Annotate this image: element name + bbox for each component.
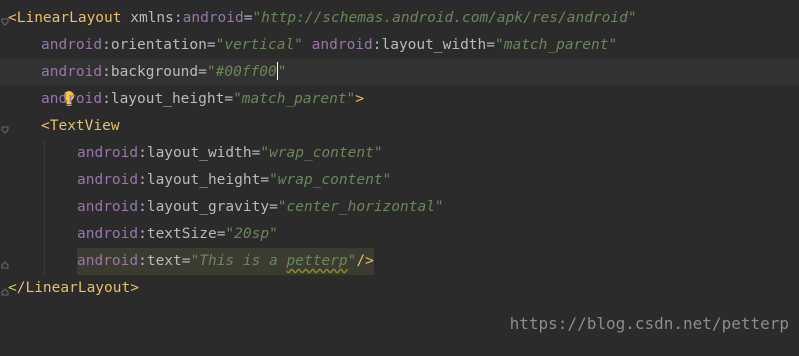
- fold-marker-icon[interactable]: [1, 14, 9, 26]
- code-token: "vertical": [215, 37, 303, 53]
- code-token: "match_parent": [495, 37, 618, 53]
- code-token: ": [277, 64, 287, 80]
- code-token: "match_parent": [233, 91, 356, 107]
- code-token: xmlns: [121, 10, 174, 26]
- code-token: "http://schemas.android.com/apk/res/andr…: [252, 10, 637, 26]
- code-token: petterp: [286, 253, 348, 269]
- fold-marker-icon[interactable]: [1, 122, 9, 134]
- code-token: "20sp": [225, 226, 278, 242]
- code-token: =: [486, 37, 495, 53]
- code-line-content: android:layout_gravity="center_horizonta…: [77, 194, 444, 221]
- code-token: android: [41, 37, 103, 53]
- code-token: </: [8, 280, 26, 296]
- indent-guide: [44, 140, 45, 275]
- code-line-content: <LinearLayout xmlns:android="http://sche…: [8, 5, 637, 32]
- code-token: "wrap_content": [260, 145, 383, 161]
- code-token: <: [41, 118, 50, 134]
- code-token: android: [77, 199, 139, 215]
- code-line-9[interactable]: android:textSize="20sp": [0, 221, 799, 248]
- code-token: android: [302, 37, 373, 53]
- code-line-6[interactable]: android:layout_width="wrap_content": [0, 140, 799, 167]
- code-line-8[interactable]: android:layout_gravity="center_horizonta…: [0, 194, 799, 221]
- code-line-content: <TextView: [41, 113, 120, 140]
- code-token: android: [77, 226, 139, 242]
- code-token: >: [355, 91, 365, 107]
- code-token: :: [173, 10, 183, 26]
- code-token: =: [198, 64, 207, 80]
- code-token: :layout_gravity: [138, 199, 270, 215]
- code-line-3-current[interactable]: android:background="#00ff00": [0, 59, 799, 106]
- code-line-content: android:layout_height="wrap_content": [77, 167, 391, 194]
- code-line-2[interactable]: android:orientation="vertical" android:l…: [0, 32, 799, 59]
- code-token: "wrap_content": [269, 172, 392, 188]
- code-line-7[interactable]: android:layout_height="wrap_content": [0, 167, 799, 194]
- code-token: :layout_width: [138, 145, 252, 161]
- code-token: "center_horizontal": [277, 199, 444, 215]
- code-line-content: android:layout_height="match_parent">: [41, 86, 364, 113]
- fold-marker-icon[interactable]: [1, 284, 9, 296]
- code-token: =: [269, 199, 278, 215]
- code-token: android: [41, 91, 103, 107]
- code-token: :layout_height: [138, 172, 261, 188]
- code-token: android: [182, 10, 244, 26]
- code-token: :text: [138, 253, 182, 269]
- code-token: TextView: [49, 118, 120, 134]
- code-token: android: [77, 172, 139, 188]
- code-line-content: android:textSize="20sp": [77, 221, 278, 248]
- code-line-4[interactable]: android:layout_height="match_parent">: [0, 86, 799, 113]
- code-line-10[interactable]: android:text="This is a petterp"/>: [0, 248, 799, 275]
- code-token: android: [41, 64, 103, 80]
- code-token: :orientation: [102, 37, 207, 53]
- code-line-content: </LinearLayout>: [8, 275, 139, 302]
- code-token: >: [130, 280, 139, 296]
- code-line-content: android:orientation="vertical" android:l…: [41, 32, 617, 59]
- code-token: =: [206, 37, 216, 53]
- code-token: =: [260, 172, 270, 188]
- lightbulb-icon[interactable]: [11, 63, 75, 106]
- code-line-1[interactable]: <LinearLayout xmlns:android="http://sche…: [0, 5, 799, 32]
- code-line-content: android:background="#00ff00": [41, 59, 286, 86]
- code-line-content: android:layout_width="wrap_content": [77, 140, 383, 167]
- code-token: =: [181, 253, 191, 269]
- code-token: LinearLayout: [25, 280, 131, 296]
- code-token: "This is a: [190, 253, 287, 269]
- code-token: LinearLayout: [16, 10, 122, 26]
- code-editor[interactable]: <LinearLayout xmlns:android="http://sche…: [0, 0, 799, 341]
- code-token: :layout_width: [372, 37, 487, 53]
- code-token: =: [224, 91, 234, 107]
- code-token: :layout_height: [102, 91, 225, 107]
- code-token: :background: [102, 64, 199, 80]
- code-token: <: [8, 10, 17, 26]
- fold-marker-icon[interactable]: [1, 257, 9, 269]
- code-token: android: [77, 253, 139, 269]
- code-token: "#00ff00: [206, 64, 277, 80]
- code-line-content: android:text="This is a petterp"/>: [77, 248, 374, 275]
- watermark: https://blog.csdn.net/petterp: [509, 314, 789, 333]
- code-token: :textSize: [138, 226, 217, 242]
- code-token: />: [356, 253, 374, 269]
- code-line-11[interactable]: </LinearLayout>: [0, 275, 799, 302]
- code-line-5[interactable]: <TextView: [0, 113, 799, 140]
- code-token: android: [77, 145, 139, 161]
